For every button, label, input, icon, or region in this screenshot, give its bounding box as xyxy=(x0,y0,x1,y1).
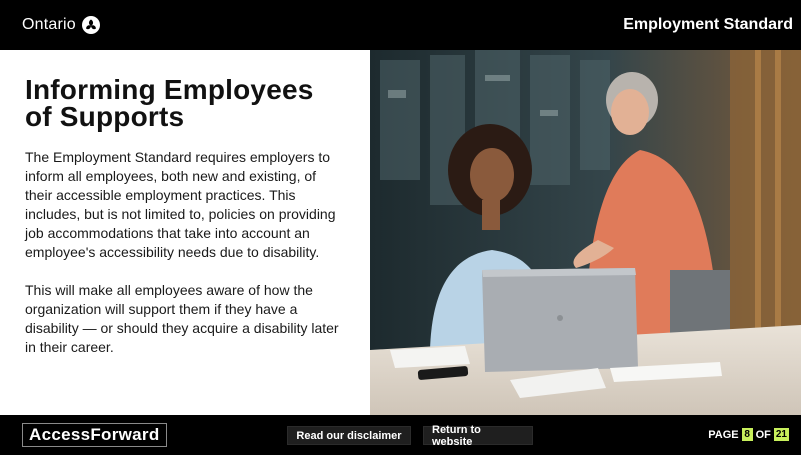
return-to-website-button[interactable]: Return to website xyxy=(423,424,533,448)
page-indicator: PAGE 8 OF 21 xyxy=(708,428,789,441)
ontario-brand[interactable]: Ontario xyxy=(22,16,100,34)
page-title: Informing Employees of Supports xyxy=(25,74,314,132)
text-panel: Informing Employees of Supports The Empl… xyxy=(0,50,370,415)
bottom-bar: AccessForward Read our disclaimer Return… xyxy=(0,415,801,455)
module-title: Employment Standard xyxy=(623,16,793,33)
body-paragraph-2: This will make all employees aware of ho… xyxy=(25,282,339,355)
body-paragraph-1: The Employment Standard requires employe… xyxy=(25,149,336,260)
top-bar: Ontario Employment Standard xyxy=(0,0,801,50)
accessforward-logo[interactable]: AccessForward xyxy=(22,423,167,447)
current-page-number: 8 xyxy=(741,428,753,441)
trillium-logo-icon xyxy=(81,16,100,34)
page-label: PAGE xyxy=(708,428,739,441)
read-disclaimer-button[interactable]: Read our disclaimer xyxy=(287,426,411,445)
main-content: Informing Employees of Supports The Empl… xyxy=(0,50,801,415)
brand-name: Ontario xyxy=(22,16,76,33)
office-photo xyxy=(370,50,801,415)
of-label: OF xyxy=(755,428,771,441)
total-pages-number: 21 xyxy=(773,428,789,441)
